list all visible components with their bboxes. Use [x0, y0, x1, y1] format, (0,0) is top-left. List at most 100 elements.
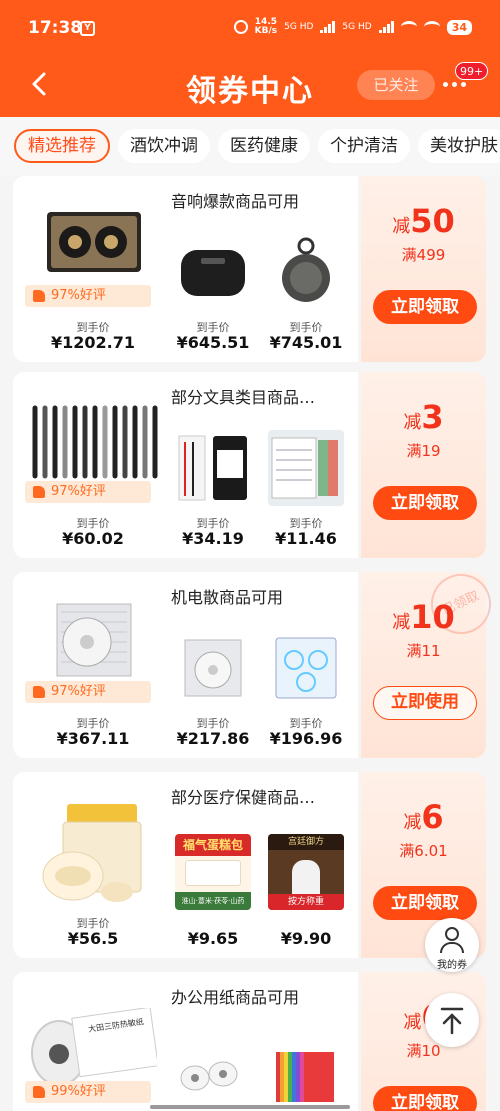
tab-personal-care[interactable]: 个护清洁: [318, 129, 410, 163]
coupon-products[interactable]: 机电散商品可用 97%好评 到手价 ¥367.11 到手价 ¥217.86 到手…: [13, 572, 358, 758]
signal-icon: [378, 21, 394, 33]
coupon-condition: 满499: [401, 246, 446, 264]
arrow-up-icon: [440, 1007, 464, 1035]
status-time: 17:38: [28, 18, 83, 38]
product-item[interactable]: 到手价 ¥745.01: [256, 176, 356, 362]
product-item[interactable]: [256, 972, 356, 1111]
product-item[interactable]: 到手价 ¥34.19: [163, 372, 263, 558]
coupon-condition: 满6.01: [399, 842, 448, 860]
network-speed: 14.5 KB/s: [255, 18, 277, 36]
my-coupons-button[interactable]: 我的券: [425, 918, 479, 972]
status-bar: 17:38 Y 14.5 KB/s 5G HD 5G HD 34: [0, 0, 500, 56]
product-image-pc-case[interactable]: [268, 630, 344, 706]
product-price: ¥217.86: [176, 729, 250, 748]
product-item[interactable]: 到手价 ¥60.02: [43, 372, 143, 558]
rating-badge: 99%好评: [25, 1081, 151, 1103]
coupon-value-panel: 减3 满19 立即领取: [361, 372, 486, 558]
home-indicator[interactable]: [150, 1105, 350, 1109]
coupon-amount: 减6: [403, 798, 444, 836]
shop-sign: 宫廷御方: [268, 834, 344, 850]
thumbs-up-icon: [33, 1086, 45, 1098]
back-to-top-button[interactable]: [425, 993, 479, 1047]
coupon-condition: 满19: [406, 442, 441, 460]
product-price: ¥56.5: [67, 929, 119, 948]
product-image-thermal-labels[interactable]: 大田三防热敏纸: [27, 1008, 157, 1092]
product-image-bose[interactable]: [175, 234, 251, 310]
coupon-card[interactable]: 部分医疗保健商品… 到手价 ¥56.5 福气蛋糕包 淮山·薏米·茯苓·山药 ¥9…: [13, 772, 486, 958]
coupon-products[interactable]: 办公用纸商品可用 大田三防热敏纸 99%好评: [13, 972, 358, 1111]
my-coupons-label: 我的券: [437, 960, 467, 971]
product-item[interactable]: 到手价 ¥11.46: [256, 372, 356, 558]
product-price: ¥11.46: [275, 529, 337, 548]
use-now-button[interactable]: 立即使用: [373, 686, 477, 720]
product-price: ¥645.51: [176, 333, 250, 352]
sim1-label: 5G HD: [284, 22, 314, 32]
status-indicators: 14.5 KB/s 5G HD 5G HD 34: [233, 18, 472, 36]
claim-button[interactable]: 立即领取: [373, 886, 477, 920]
app-notification-icon: Y: [80, 21, 95, 36]
coupon-amount: 减10: [392, 598, 455, 636]
sim2-label: 5G HD: [342, 22, 372, 32]
product-item[interactable]: 福气蛋糕包 淮山·薏米·茯苓·山药 ¥9.65: [163, 772, 263, 958]
shop-caption: 按方称重: [268, 894, 344, 910]
alarm-icon: [233, 20, 248, 34]
claim-button[interactable]: 立即领取: [373, 486, 477, 520]
product-price: ¥9.90: [280, 929, 332, 948]
coupon-card[interactable]: 机电散商品可用 97%好评 到手价 ¥367.11 到手价 ¥217.86 到手…: [13, 564, 500, 758]
product-price: ¥34.19: [182, 529, 244, 548]
tab-medicine[interactable]: 医药健康: [218, 129, 310, 163]
coupon-products[interactable]: 部分医疗保健商品… 到手价 ¥56.5 福气蛋糕包 淮山·薏米·茯苓·山药 ¥9…: [13, 772, 358, 958]
coupon-amount: 减3: [403, 398, 444, 436]
product-price: ¥196.96: [269, 729, 343, 748]
tab-drinks[interactable]: 酒饮冲调: [118, 129, 210, 163]
product-item[interactable]: 到手价 ¥1202.71: [43, 176, 143, 362]
coupon-products[interactable]: 音响爆款商品可用 97%好评 到手价 ¥1202.71 到手价 ¥645.51: [13, 176, 358, 362]
user-icon: [445, 927, 459, 941]
product-price: ¥1202.71: [50, 333, 135, 352]
product-image-portable-speaker[interactable]: [268, 234, 344, 310]
product-item[interactable]: 到手价 ¥56.5: [43, 772, 143, 958]
coupon-value-panel: 已领取 减10 满11 立即使用: [361, 564, 500, 758]
product-image-paper-rolls[interactable]: [175, 1040, 251, 1111]
wifi-icon: [400, 21, 417, 33]
product-image-pen-refills[interactable]: [175, 430, 251, 506]
product-price: ¥367.11: [56, 729, 130, 748]
product-item[interactable]: [163, 972, 263, 1111]
product-price: ¥9.65: [187, 929, 239, 948]
product-image-herbal-shop[interactable]: 宫廷御方 按方称重: [268, 834, 344, 910]
product-item[interactable]: 宫廷御方 按方称重 ¥9.90: [256, 772, 356, 958]
product-item[interactable]: 到手价 ¥645.51: [163, 176, 263, 362]
coupon-amount: 减50: [392, 202, 455, 240]
product-image-dual-tower-cooler[interactable]: [175, 630, 251, 706]
battery-indicator: 34: [446, 19, 472, 35]
product-price: ¥60.02: [62, 529, 124, 548]
coupon-value-panel: 减50 满499 立即领取: [361, 176, 486, 362]
page-header: 领券中心 已关注 99+: [0, 56, 500, 117]
signal-icon: [320, 21, 336, 33]
coupon-condition: 满11: [406, 642, 441, 660]
product-image-color-paper[interactable]: [268, 1048, 344, 1111]
product-image-cake[interactable]: 福气蛋糕包 淮山·薏米·茯苓·山药: [175, 834, 251, 910]
product-item[interactable]: 到手价 ¥196.96: [256, 572, 356, 758]
message-badge: 99+: [455, 62, 489, 80]
coupon-products[interactable]: 部分文具类目商品… 97%好评 到手价 ¥60.02 到手价 ¥34.19 到手…: [13, 372, 358, 558]
wifi-icon: [423, 21, 440, 33]
top-banner: 17:38 Y 14.5 KB/s 5G HD 5G HD 34 领券中心 已关…: [0, 0, 500, 117]
category-tabs: 精选推荐 酒饮冲调 医药健康 个护清洁 美妆护肤: [0, 117, 500, 175]
more-menu-icon[interactable]: [443, 82, 466, 87]
coupon-card[interactable]: 部分文具类目商品… 97%好评 到手价 ¥60.02 到手价 ¥34.19 到手…: [13, 372, 486, 558]
product-item[interactable]: 到手价 ¥217.86: [163, 572, 263, 758]
network-speed-unit: KB/s: [254, 26, 278, 36]
claim-button[interactable]: 立即领取: [373, 290, 477, 324]
claim-button[interactable]: 立即领取: [373, 1086, 477, 1111]
cake-caption: 淮山·薏米·茯苓·山药: [175, 892, 251, 910]
coupon-card[interactable]: 办公用纸商品可用 大田三防热敏纸 99%好评 减6 满10 立即领取: [13, 972, 486, 1111]
product-price: ¥745.01: [269, 333, 343, 352]
tab-featured[interactable]: 精选推荐: [14, 129, 110, 163]
follow-button[interactable]: 已关注: [357, 70, 435, 100]
product-image-notebooks[interactable]: [268, 430, 344, 506]
cake-banner: 福气蛋糕包: [175, 834, 251, 856]
tab-beauty[interactable]: 美妆护肤: [418, 129, 500, 163]
coupon-card[interactable]: 音响爆款商品可用 97%好评 到手价 ¥1202.71 到手价 ¥645.51: [13, 176, 486, 362]
product-item[interactable]: 到手价 ¥367.11: [43, 572, 143, 758]
